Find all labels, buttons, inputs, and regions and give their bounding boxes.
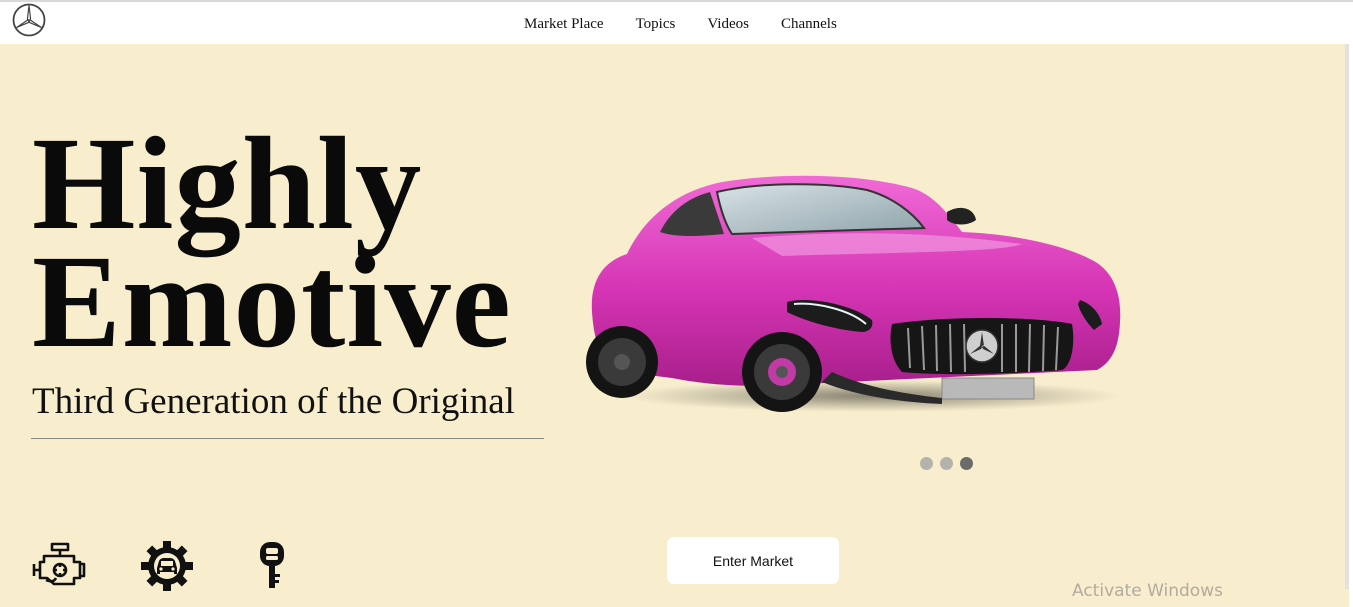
navbar: Market Place Topics Videos Channels (0, 2, 1353, 44)
divider-line (31, 438, 544, 439)
mercedes-star-icon[interactable] (12, 3, 46, 37)
enter-market-button[interactable]: Enter Market (667, 537, 839, 584)
gear-car-icon (141, 541, 193, 591)
nav-videos[interactable]: Videos (707, 16, 749, 33)
carousel-dot-3[interactable] (960, 457, 973, 470)
carousel-indicators (920, 457, 980, 470)
carousel-dot-1[interactable] (920, 457, 933, 470)
car-image (586, 175, 1122, 412)
carousel-dot-2[interactable] (940, 457, 953, 470)
nav-topics[interactable]: Topics (636, 16, 676, 33)
hero-subheadline: Third Generation of the Original (32, 381, 515, 422)
car-key-icon (260, 542, 284, 588)
nav-market-place[interactable]: Market Place (524, 16, 604, 33)
headline-line-1: Highly (32, 109, 423, 257)
nav-channels[interactable]: Channels (781, 16, 837, 33)
main-nav: Market Place Topics Videos Channels (508, 16, 853, 33)
headline-line-2: Emotive (32, 227, 512, 375)
scrollbar[interactable] (1345, 44, 1349, 589)
hero-section: Highly Emotive Third Generation of the O… (0, 44, 1349, 607)
engine-icon (32, 542, 86, 586)
hero-headline: Highly Emotive (32, 109, 512, 375)
activate-windows-watermark: Activate Windows (1072, 581, 1223, 601)
